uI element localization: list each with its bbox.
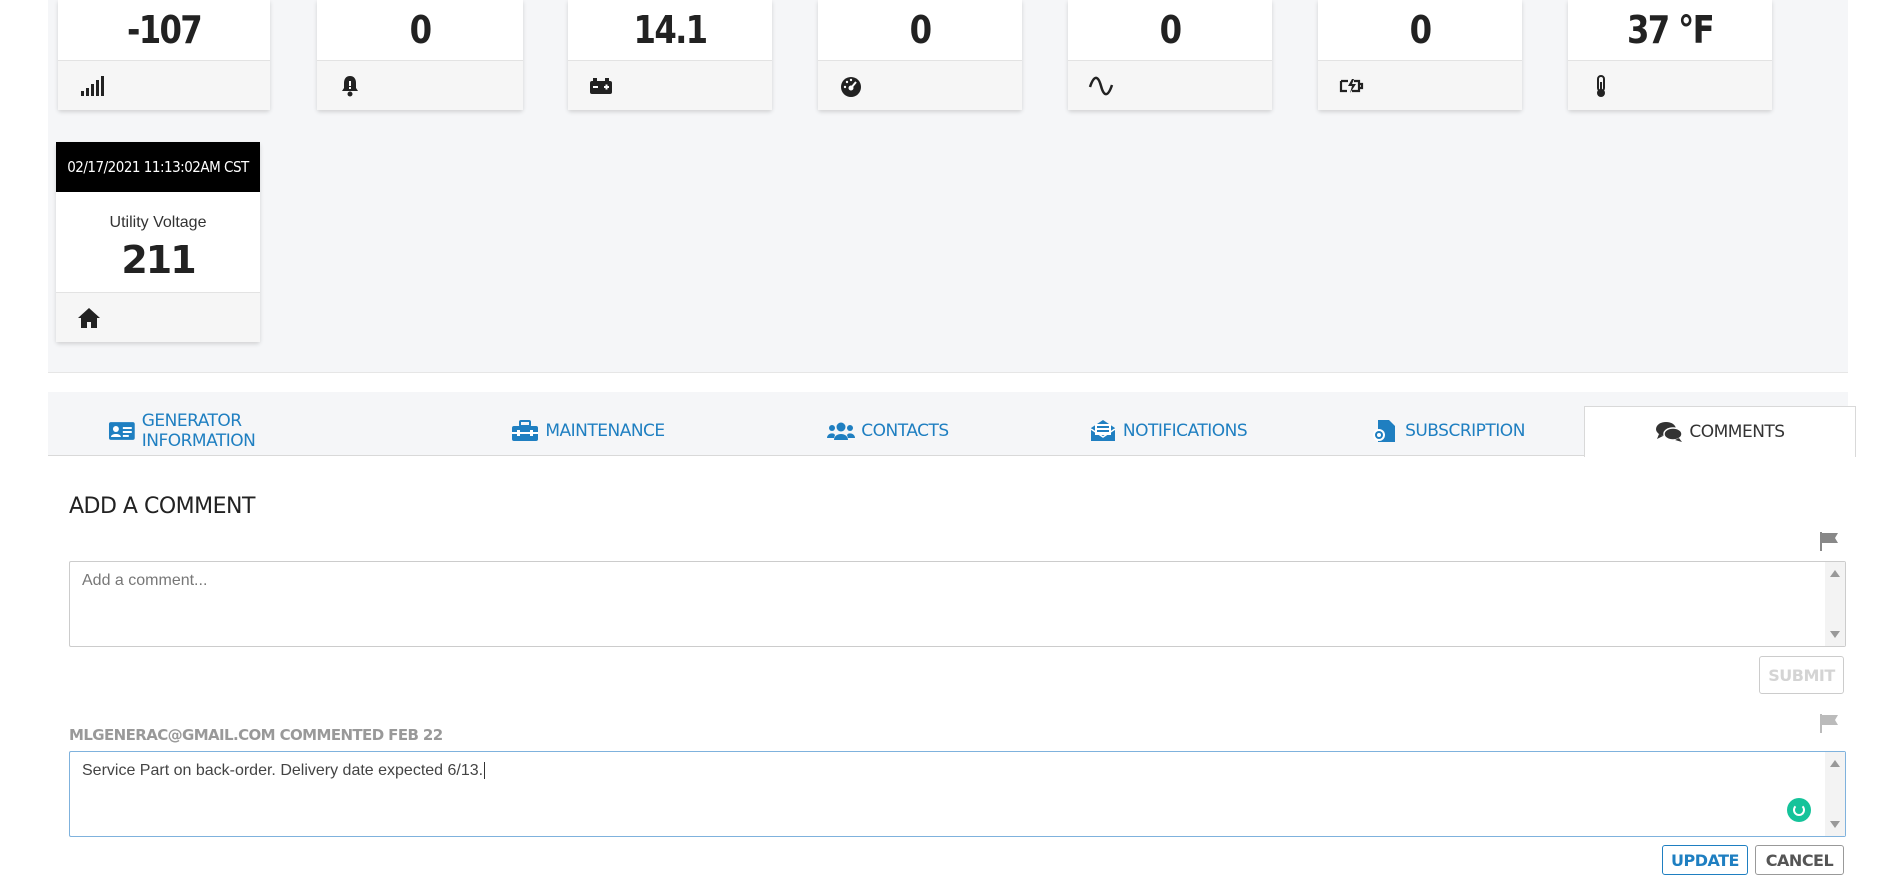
tab-maintenance[interactable]: MAINTENANCE — [488, 406, 688, 456]
alarm-count-card: 0 — [317, 0, 523, 110]
cancel-button[interactable]: CANCEL — [1755, 845, 1844, 875]
users-icon — [827, 422, 856, 440]
scroll-down-arrow[interactable] — [1830, 631, 1840, 638]
tab-label: CONTACTS — [861, 421, 949, 441]
charging-icon — [1339, 78, 1364, 93]
envelope-open-icon — [1090, 420, 1116, 441]
card-value: 211 — [121, 238, 196, 282]
timestamp-header: 02/17/2021 11:13:02AM CST — [56, 142, 260, 192]
card-value: 0 — [1159, 8, 1182, 52]
scrollbar[interactable] — [1825, 562, 1845, 646]
comment-text: Service Part on back-order. Delivery dat… — [82, 762, 484, 779]
tab-label: MAINTENANCE — [545, 421, 665, 441]
card-value: 0 — [909, 8, 932, 52]
card-value: -107 — [126, 8, 203, 52]
scroll-down-arrow[interactable] — [1830, 821, 1840, 828]
toolbox-icon — [512, 420, 539, 441]
new-comment-textarea[interactable]: Add a comment... — [69, 561, 1846, 647]
battery-icon — [590, 77, 612, 94]
frequency-card: 0 — [1068, 0, 1272, 110]
scroll-up-arrow[interactable] — [1830, 570, 1840, 577]
battery-voltage-card: 14.1 — [568, 0, 772, 110]
card-value: 0 — [1409, 8, 1432, 52]
add-comment-title: ADD A COMMENT — [69, 494, 255, 519]
scrollbar[interactable] — [1825, 752, 1845, 836]
speedometer-icon — [841, 76, 861, 97]
tab-bar: GENERATOR INFORMATION MAINTENANCE CONTAC… — [48, 392, 1856, 457]
card-label: Utility Voltage — [109, 214, 207, 231]
comments-icon — [1656, 422, 1684, 442]
comment-author-header: MLGENERAC@GMAIL.COM COMMENTED FEB 22 — [69, 726, 443, 744]
tab-comments[interactable]: COMMENTS — [1584, 406, 1856, 457]
tab-subscription[interactable]: SUBSCRIPTION — [1348, 406, 1548, 456]
submit-button[interactable]: SUBMIT — [1759, 656, 1844, 694]
thermometer-icon — [1597, 74, 1605, 97]
file-contract-icon — [1373, 420, 1396, 442]
tab-contacts[interactable]: CONTACTS — [788, 406, 988, 456]
home-icon — [78, 307, 100, 328]
text-cursor — [484, 762, 486, 779]
tab-label: COMMENTS — [1689, 422, 1785, 442]
card-value: 0 — [409, 8, 432, 52]
scroll-up-arrow[interactable] — [1830, 760, 1840, 767]
card-value: 37 °F — [1627, 8, 1715, 52]
comment-placeholder: Add a comment... — [82, 572, 208, 589]
tab-generator-information[interactable]: GENERATOR INFORMATION — [108, 406, 358, 456]
existing-comment-textarea[interactable]: Service Part on back-order. Delivery dat… — [69, 751, 1846, 837]
signal-icon — [81, 75, 104, 96]
output-power-card: 0 — [1318, 0, 1522, 110]
tab-label: GENERATOR INFORMATION — [141, 411, 256, 451]
utility-voltage-card: 02/17/2021 11:13:02AM CST Utility Voltag… — [56, 142, 260, 342]
rpm-card: 0 — [818, 0, 1022, 110]
bell-alert-icon — [342, 75, 358, 96]
signal-strength-card: -107 — [58, 0, 270, 110]
update-button[interactable]: UPDATE — [1662, 845, 1748, 875]
id-card-icon — [108, 422, 135, 440]
flag-comment-icon[interactable] — [1818, 712, 1840, 734]
sine-wave-icon — [1088, 76, 1114, 95]
tab-notifications[interactable]: NOTIFICATIONS — [1068, 406, 1268, 456]
grammarly-icon[interactable] — [1787, 798, 1811, 822]
flag-icon[interactable] — [1818, 530, 1840, 552]
tab-label: SUBSCRIPTION — [1405, 421, 1525, 441]
tab-label: NOTIFICATIONS — [1122, 421, 1248, 441]
card-value: 14.1 — [633, 8, 709, 52]
temperature-card: 37 °F — [1568, 0, 1772, 110]
